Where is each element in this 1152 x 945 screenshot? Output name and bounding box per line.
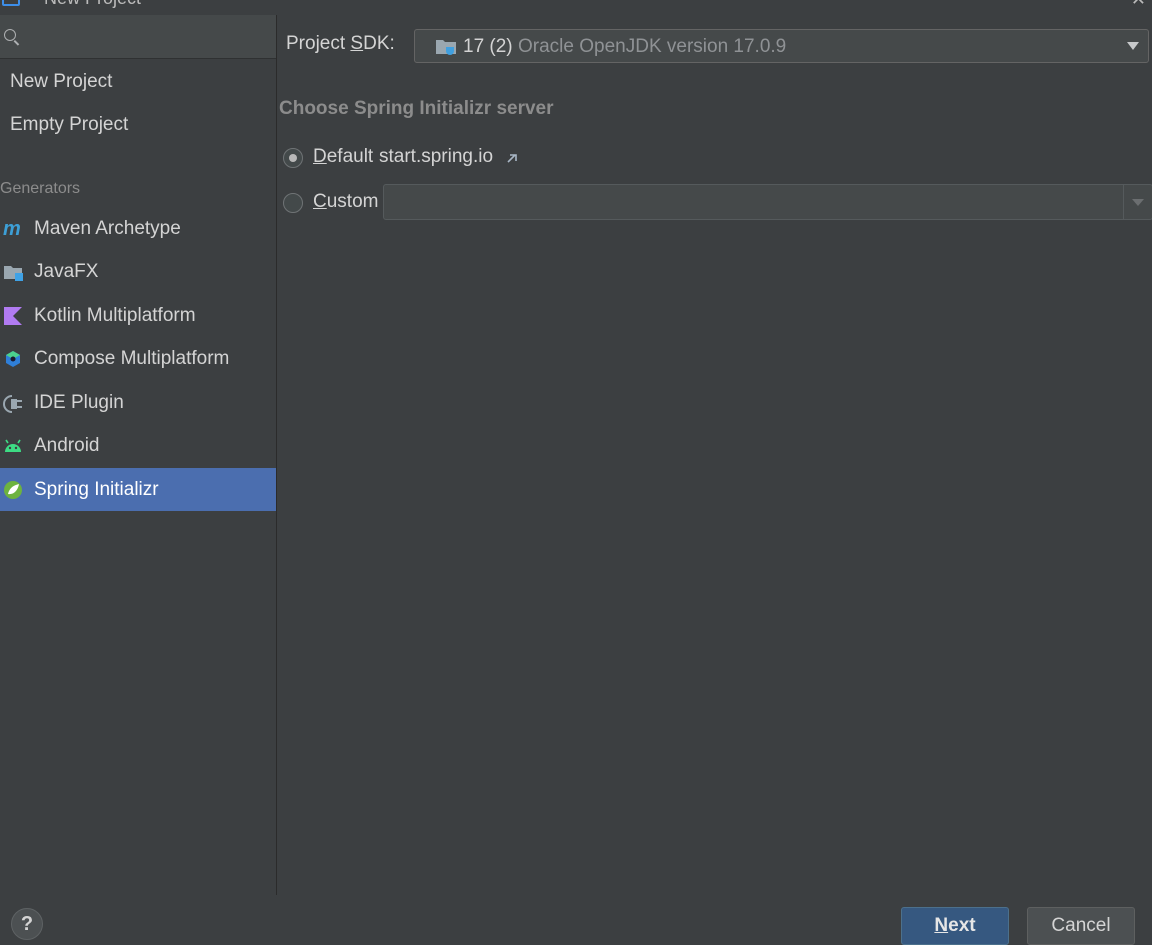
sidebar-item-label: Kotlin Multiplatform xyxy=(34,305,196,326)
spring-icon xyxy=(4,481,22,499)
sidebar-item-spring-initializr[interactable]: Spring Initializr xyxy=(0,468,276,511)
sidebar-item-ide-plugin[interactable]: IDE Plugin xyxy=(0,381,276,424)
sdk-label-text: Project xyxy=(286,33,351,54)
chevron-down-icon xyxy=(1127,42,1139,50)
plugin-icon xyxy=(3,395,22,413)
chevron-down-icon[interactable] xyxy=(1132,199,1144,206)
custom-server-input[interactable] xyxy=(388,189,1122,217)
jdk-folder-icon xyxy=(436,40,456,55)
default-server-label[interactable]: Default xyxy=(313,146,373,168)
sidebar-item-kotlin-multiplatform[interactable]: Kotlin Multiplatform xyxy=(0,294,276,337)
default-label-mnemonic: D xyxy=(313,146,327,167)
compose-icon xyxy=(6,351,20,367)
sidebar-item-javafx[interactable]: JavaFX xyxy=(0,250,276,293)
sidebar-item-label: Empty Project xyxy=(10,114,129,135)
title-bar: New Project ✕ xyxy=(0,0,1152,15)
custom-server-combo[interactable] xyxy=(383,184,1152,220)
custom-server-label[interactable]: Custom xyxy=(313,191,378,213)
sdk-label-text-end: DK: xyxy=(363,33,395,54)
sidebar-item-empty-project[interactable]: Empty Project xyxy=(0,103,276,146)
sdk-version: 17 (2) xyxy=(463,36,513,57)
sidebar-item-label: Maven Archetype xyxy=(34,218,181,239)
help-button[interactable]: ? xyxy=(11,908,43,940)
search-input[interactable] xyxy=(24,21,272,53)
cancel-button[interactable]: Cancel xyxy=(1027,907,1135,945)
sidebar-item-android[interactable]: Android xyxy=(0,424,276,467)
project-sdk-label: Project SDK: xyxy=(286,33,395,55)
custom-label-mnemonic: C xyxy=(313,191,327,212)
sidebar-item-maven-archetype[interactable]: m Maven Archetype xyxy=(0,207,276,250)
svg-text:m: m xyxy=(3,219,21,239)
app-icon xyxy=(2,0,20,6)
next-button[interactable]: Next xyxy=(901,907,1009,945)
custom-label-text: ustom xyxy=(326,191,379,212)
window-title: New Project xyxy=(44,0,141,9)
sdk-label-mnemonic: S xyxy=(350,33,364,54)
custom-server-radio[interactable] xyxy=(283,193,303,213)
combo-divider xyxy=(1123,185,1124,219)
sidebar-item-label: Android xyxy=(34,435,100,456)
sidebar-item-label: Spring Initializr xyxy=(34,479,159,500)
sidebar: New Project Empty Project Generators m M… xyxy=(0,15,277,895)
generators-header: Generators xyxy=(0,180,81,197)
sidebar-item-compose-multiplatform[interactable]: Compose Multiplatform xyxy=(0,337,276,380)
sidebar-item-label: IDE Plugin xyxy=(34,392,124,413)
next-mnemonic: N xyxy=(934,915,949,936)
search-box xyxy=(0,15,276,59)
sidebar-item-label: JavaFX xyxy=(34,261,99,282)
sidebar-item-label: Compose Multiplatform xyxy=(34,348,230,369)
main-panel: Project SDK: 17 (2) Oracle OpenJDK versi… xyxy=(277,15,1152,895)
external-link-icon[interactable] xyxy=(507,153,517,163)
default-server-radio[interactable] xyxy=(283,148,303,168)
sidebar-item-label: New Project xyxy=(10,71,113,92)
kotlin-icon xyxy=(4,307,22,325)
sdk-name: Oracle OpenJDK version 17.0.9 xyxy=(518,36,787,57)
close-icon[interactable]: ✕ xyxy=(1131,0,1146,10)
default-server-url: start.spring.io xyxy=(379,146,494,167)
next-label: ext xyxy=(948,915,976,936)
section-title: Choose Spring Initializr server xyxy=(279,98,554,119)
sidebar-item-new-project[interactable]: New Project xyxy=(0,60,276,103)
javafx-icon xyxy=(4,266,23,281)
project-sdk-dropdown[interactable]: 17 (2) Oracle OpenJDK version 17.0.9 xyxy=(414,29,1149,63)
search-icon xyxy=(4,29,16,41)
default-label-text: efault xyxy=(326,146,374,167)
android-icon xyxy=(5,439,21,452)
maven-icon: m xyxy=(3,219,21,239)
